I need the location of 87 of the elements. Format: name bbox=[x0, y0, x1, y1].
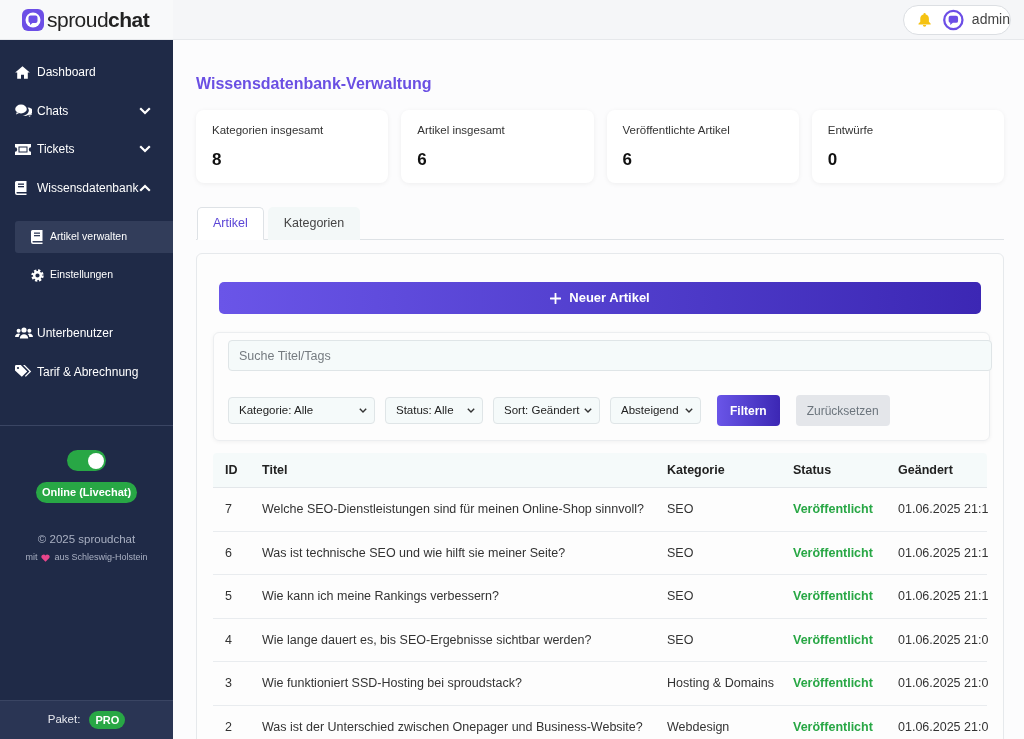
stat-label: Artikel insgesamt bbox=[417, 123, 506, 138]
stat-value: 0 bbox=[827, 149, 839, 172]
dropdown-select[interactable]: Status: Alle bbox=[385, 397, 483, 424]
stat-value: 8 bbox=[212, 149, 223, 172]
nav-item[interactable]: Tarif & Abrechnung bbox=[0, 352, 173, 391]
table-cell-text: Was ist technische SEO und wie hilft sie meiner Seite? bbox=[261, 544, 567, 562]
stat-label: Veröffentlichte Artikel bbox=[622, 123, 731, 138]
status-text: Veröffentlicht bbox=[792, 500, 874, 518]
table-cell-text: 4 bbox=[224, 631, 233, 649]
column-header[interactable]: Geändert bbox=[886, 460, 987, 480]
gear-icon bbox=[31, 268, 44, 282]
dropdown-select[interactable]: Absteigend bbox=[610, 397, 701, 424]
column-header[interactable]: Status bbox=[781, 460, 886, 480]
credit-text: aus Schleswig-Holstein bbox=[54, 550, 148, 564]
table-cell-text: 01.06.2025 21:0 bbox=[897, 675, 987, 693]
page-title: Wissensdatenbank-Verwaltung bbox=[196, 74, 433, 94]
table-cell-text: Wie kann ich meine Rankings verbessern? bbox=[261, 588, 500, 606]
nav-item[interactable]: Chats bbox=[0, 91, 173, 130]
chat-bubbles-icon bbox=[15, 104, 32, 118]
credit-text: mit bbox=[25, 550, 38, 564]
heart-icon bbox=[41, 553, 51, 562]
tags-icon bbox=[15, 365, 32, 379]
stat-label: Entwürfe bbox=[827, 123, 875, 138]
table-cell-text: 01.06.2025 21:1 bbox=[897, 544, 987, 562]
status-badge: Online (Livechat) bbox=[35, 482, 138, 503]
nav-subitem[interactable]: Einstellungen bbox=[15, 259, 173, 291]
nav-item[interactable]: Unterbenutzer bbox=[0, 314, 173, 353]
reset-button[interactable]: Zurücksetzen bbox=[795, 395, 890, 426]
status-text: Veröffentlicht bbox=[792, 718, 874, 736]
nav-item[interactable]: Wissensdatenbank bbox=[0, 168, 173, 207]
status-text: Veröffentlicht bbox=[792, 588, 874, 606]
table-cell-text: 01.06.2025 21:1 bbox=[897, 500, 987, 518]
home-icon bbox=[15, 65, 30, 79]
column-header[interactable]: ID bbox=[213, 460, 250, 480]
plan-label: Paket: bbox=[47, 712, 81, 728]
nav-item[interactable]: Dashboard bbox=[0, 53, 173, 92]
table-cell-text: 01.06.2025 21:0 bbox=[897, 631, 987, 649]
table-cell-text: Welche SEO-Dienstleistungen sind für meinen Online-Shop sinnvoll? bbox=[261, 500, 645, 518]
table-cell-text: 6 bbox=[224, 544, 233, 562]
status-text: Veröffentlicht bbox=[792, 544, 874, 562]
stat-value: 6 bbox=[622, 149, 633, 172]
plus-icon bbox=[550, 292, 562, 304]
chat-bubble-logo-icon bbox=[22, 8, 44, 31]
filter-button[interactable]: Filtern bbox=[717, 395, 780, 426]
tab[interactable]: Artikel bbox=[197, 207, 264, 240]
stat-label: Kategorien insgesamt bbox=[212, 123, 325, 138]
table-cell-text: 2 bbox=[224, 718, 233, 736]
caret-icon bbox=[467, 408, 475, 413]
caret-icon bbox=[685, 408, 693, 413]
table-cell-text: 01.06.2025 21:1 bbox=[897, 588, 987, 606]
status-text: Veröffentlicht bbox=[792, 675, 874, 693]
users-icon bbox=[15, 327, 33, 340]
brand-name: sproudchat bbox=[47, 9, 150, 30]
avatar-chat-icon[interactable] bbox=[943, 8, 964, 31]
book-icon bbox=[15, 180, 27, 195]
table-cell-text: SEO bbox=[666, 588, 695, 606]
table-cell-text: 3 bbox=[224, 675, 233, 693]
column-header[interactable]: Titel bbox=[250, 460, 655, 480]
table-cell-text: Was ist der Unterschied zwischen Onepager und Business-Website? bbox=[261, 718, 644, 736]
table-cell-text: 01.06.2025 21:0 bbox=[897, 718, 987, 736]
table-cell-text: Wie funktioniert SSD-Hosting bei sproudstack? bbox=[261, 675, 523, 693]
table-cell-text: 7 bbox=[224, 500, 233, 518]
copyright-text: © 2025 sproudchat bbox=[37, 531, 136, 547]
table-cell-text: SEO bbox=[666, 544, 695, 562]
table-cell-text: Hosting & Domains bbox=[666, 675, 775, 693]
table-cell-text: 5 bbox=[224, 588, 233, 606]
dropdown-select[interactable]: Sort: Geändert bbox=[493, 397, 600, 424]
livechat-toggle[interactable] bbox=[67, 450, 106, 471]
plan-badge: PRO bbox=[89, 710, 126, 730]
username[interactable]: admin bbox=[971, 9, 1010, 30]
table-cell-text: SEO bbox=[666, 500, 695, 518]
stat-value: 6 bbox=[417, 149, 428, 172]
caret-icon bbox=[584, 408, 592, 413]
nav-subitem[interactable]: Artikel verwalten bbox=[15, 221, 173, 253]
ticket-icon bbox=[15, 143, 31, 155]
column-header[interactable]: Kategorie bbox=[655, 460, 781, 480]
status-text: Veröffentlicht bbox=[792, 631, 874, 649]
caret-icon bbox=[359, 408, 367, 413]
table-cell-text: SEO bbox=[666, 631, 695, 649]
table-cell-text: Wie lange dauert es, bis SEO-Ergebnisse sichtbar werden? bbox=[261, 631, 593, 649]
tab[interactable]: Kategorien bbox=[267, 207, 361, 240]
table-cell-text: Webdesign bbox=[666, 718, 731, 736]
dropdown-select[interactable]: Kategorie: Alle bbox=[228, 397, 375, 424]
book-icon bbox=[31, 230, 43, 244]
search-field[interactable]: Suche Titel/Tags bbox=[228, 340, 992, 371]
new-article-button[interactable]: Neuer Artikel bbox=[219, 282, 981, 314]
nav-item[interactable]: Tickets bbox=[0, 130, 173, 169]
